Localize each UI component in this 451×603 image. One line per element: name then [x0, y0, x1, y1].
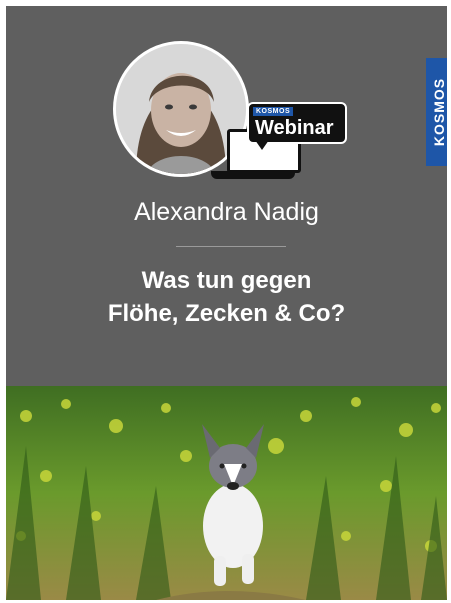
cover-photo [6, 386, 447, 600]
kosmos-logo-text: KOSMOS [431, 77, 447, 147]
speech-tail-icon [255, 140, 269, 150]
header-panel: KOSMOS KOSMOS Webinar Alexandra Nadig Wa… [6, 6, 447, 386]
title-line-2: Flöhe, Zecken & Co? [107, 300, 346, 327]
speech-bubble-icon: KOSMOS Webinar [247, 102, 347, 144]
kosmos-logo: KOSMOS [426, 58, 447, 166]
webinar-title: Was tun gegen Flöhe, Zecken & Co? [6, 264, 447, 330]
badge-webinar-label: Webinar [255, 117, 334, 139]
webinar-badge: KOSMOS Webinar [211, 99, 353, 181]
divider [176, 246, 286, 247]
title-line-1: Was tun gegen [141, 267, 312, 294]
webinar-cover: KOSMOS KOSMOS Webinar Alexandra Nadig Wa… [6, 6, 447, 600]
speaker-name: Alexandra Nadig [134, 198, 319, 226]
badge-kosmos-label: KOSMOS [253, 107, 294, 116]
laptop-base-icon [211, 171, 295, 179]
